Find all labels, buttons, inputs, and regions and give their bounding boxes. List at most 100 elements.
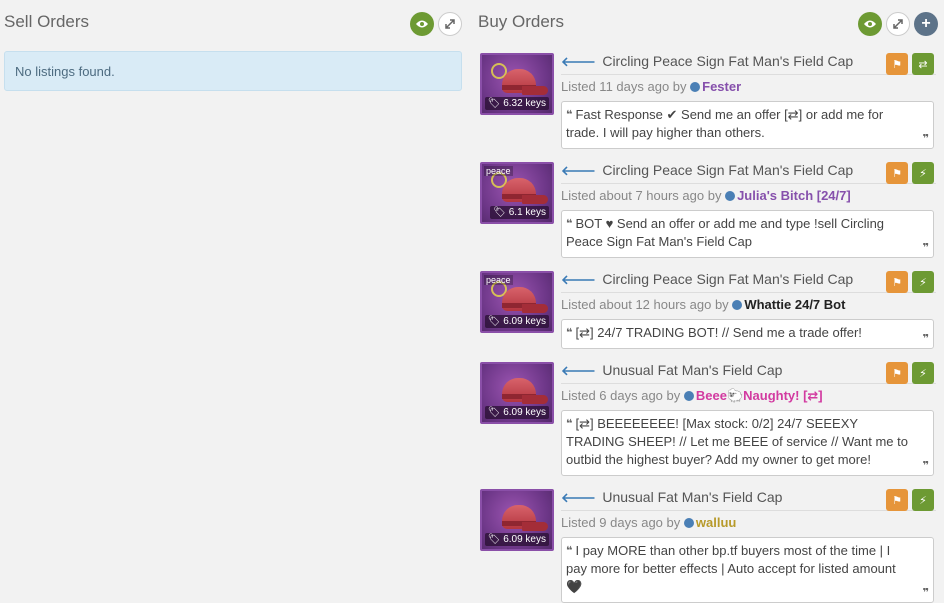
message-text: BOT ♥ Send an offer or add me and type !… xyxy=(566,216,885,249)
eye-icon xyxy=(416,20,428,28)
flag-icon: ⚑ xyxy=(892,367,902,380)
listing-actions: ⚑ ⇄ xyxy=(886,53,934,75)
instant-trade-button[interactable]: ⚡ xyxy=(912,362,934,384)
item-thumbnail[interactable]: peace 🏷 6.1 keys xyxy=(480,162,554,224)
item-header: 🡐 Unusual Fat Man's Field Cap ⚑ ⚡ xyxy=(561,489,936,511)
listing-actions: ⚑ ⚡ xyxy=(886,489,934,511)
listed-text: Listed 6 days ago by xyxy=(561,388,681,403)
quote-close-icon: ❞ xyxy=(922,587,929,599)
listing-meta: Listed about 7 hours ago by Julia's Bitc… xyxy=(561,186,936,206)
cap-icon xyxy=(496,176,548,210)
user-link[interactable]: Beee🐑Naughty! [⇄] xyxy=(696,388,823,403)
item-name[interactable]: Circling Peace Sign Fat Man's Field Cap xyxy=(602,162,853,178)
listing-message: ❝ [⇄] 24/7 TRADING BOT! // Send me a trad… xyxy=(561,319,934,349)
buy-orders-title: Buy Orders xyxy=(478,12,564,31)
user-link[interactable]: Julia's Bitch [24/7] xyxy=(737,188,851,203)
sell-orders-title: Sell Orders xyxy=(4,12,90,31)
exchange-icon: ⇄ xyxy=(918,58,928,71)
expand-button[interactable] xyxy=(886,12,910,36)
report-button[interactable]: ⚑ xyxy=(886,489,908,511)
listing-message: ❝ I pay MORE than other bp.tf buyers most… xyxy=(561,537,934,603)
item-header: 🡐 Circling Peace Sign Fat Man's Field Ca… xyxy=(561,162,936,184)
price-value: 6.1 keys xyxy=(508,207,546,218)
cap-icon xyxy=(496,503,548,537)
cap-icon xyxy=(496,67,548,101)
quote-open-icon: ❝ xyxy=(566,218,573,230)
price-tag: 🏷 6.32 keys xyxy=(484,97,549,110)
listing-message: ❝ [⇄] BEEEEEEEE! [Max stock: 0/2] 24/7 SE… xyxy=(561,410,934,476)
flag-icon: ⚑ xyxy=(892,276,902,289)
lightning-icon: ⚡ xyxy=(919,167,927,180)
item-thumbnail[interactable]: 🏷 6.09 keys xyxy=(480,489,554,551)
instant-trade-button[interactable]: ⚡ xyxy=(912,271,934,293)
expand-button[interactable] xyxy=(438,12,462,36)
toggle-visibility-button[interactable] xyxy=(410,12,434,36)
item-name[interactable]: Unusual Fat Man's Field Cap xyxy=(602,489,782,505)
status-dot-icon xyxy=(732,300,743,310)
arrow-left-icon: 🡐 xyxy=(561,54,596,69)
listing-body: 🡐 Unusual Fat Man's Field Cap ⚑ ⚡ Listed… xyxy=(561,362,936,476)
toggle-visibility-button[interactable] xyxy=(858,12,882,36)
price-tag: 🏷 6.09 keys xyxy=(484,533,549,546)
listed-text: Listed 9 days ago by xyxy=(561,515,681,530)
buy-orders-header: Buy Orders + xyxy=(478,0,938,44)
item-thumbnail[interactable]: 🏷 6.32 keys xyxy=(480,53,554,115)
user-link[interactable]: Whattie 24/7 Bot xyxy=(744,297,845,312)
item-tag: peace xyxy=(484,275,513,285)
flag-icon: ⚑ xyxy=(892,494,902,507)
item-name[interactable]: Circling Peace Sign Fat Man's Field Cap xyxy=(602,271,853,287)
sell-orders-header: Sell Orders xyxy=(4,0,462,44)
lightning-icon: ⚡ xyxy=(919,494,927,507)
quote-close-icon: ❞ xyxy=(922,133,929,145)
instant-trade-button[interactable]: ⚡ xyxy=(912,162,934,184)
report-button[interactable]: ⚑ xyxy=(886,271,908,293)
message-text: [⇄] 24/7 TRADING BOT! // Send me a trade… xyxy=(575,325,862,340)
arrow-left-icon: 🡐 xyxy=(561,272,596,287)
flag-icon: ⚑ xyxy=(892,167,902,180)
message-text: I pay MORE than other bp.tf buyers most … xyxy=(566,543,896,594)
listing-message: ❝ Fast Response ✔ Send me an offer [⇄] or… xyxy=(561,101,934,149)
price-value: 6.09 keys xyxy=(503,316,546,327)
quote-open-icon: ❝ xyxy=(566,109,573,121)
listing-body: 🡐 Unusual Fat Man's Field Cap ⚑ ⚡ Listed… xyxy=(561,489,936,603)
item-header: 🡐 Circling Peace Sign Fat Man's Field Ca… xyxy=(561,53,936,75)
cap-icon xyxy=(496,285,548,319)
price-value: 6.09 keys xyxy=(503,534,546,545)
message-text: [⇄] BEEEEEEEE! [Max stock: 0/2] 24/7 SEE… xyxy=(566,416,908,467)
item-name[interactable]: Unusual Fat Man's Field Cap xyxy=(602,362,782,378)
listed-text: Listed about 12 hours ago by xyxy=(561,297,729,312)
listed-text: Listed 11 days ago by xyxy=(561,79,687,94)
report-button[interactable]: ⚑ xyxy=(886,53,908,75)
listing-actions: ⚑ ⚡ xyxy=(886,271,934,293)
quote-close-icon: ❞ xyxy=(922,242,929,254)
report-button[interactable]: ⚑ xyxy=(886,162,908,184)
cap-icon xyxy=(496,376,548,410)
listing-meta: Listed 11 days ago by Fester xyxy=(561,77,936,97)
price-tag: 🏷 6.09 keys xyxy=(484,315,549,328)
status-dot-icon xyxy=(683,391,694,401)
quote-close-icon: ❞ xyxy=(922,333,929,345)
sell-orders-panel: Sell Orders No listings found. xyxy=(4,0,462,91)
user-link[interactable]: Fester xyxy=(702,79,741,94)
quote-open-icon: ❝ xyxy=(566,418,573,430)
report-button[interactable]: ⚑ xyxy=(886,362,908,384)
quote-close-icon: ❞ xyxy=(922,460,929,472)
item-thumbnail[interactable]: 🏷 6.09 keys xyxy=(480,362,554,424)
listing-actions: ⚑ ⚡ xyxy=(886,162,934,184)
lightning-icon: ⚡ xyxy=(919,367,927,380)
item-thumbnail[interactable]: peace 🏷 6.09 keys xyxy=(480,271,554,333)
trade-button[interactable]: ⇄ xyxy=(912,53,934,75)
eye-icon xyxy=(864,20,876,28)
listed-text: Listed about 7 hours ago by xyxy=(561,188,722,203)
no-listings-alert: No listings found. xyxy=(4,51,462,91)
user-link[interactable]: walluu xyxy=(696,515,736,530)
listing-actions: ⚑ ⚡ xyxy=(886,362,934,384)
arrow-left-icon: 🡐 xyxy=(561,490,596,505)
expand-icon xyxy=(893,19,903,29)
add-listing-button[interactable]: + xyxy=(914,12,938,36)
item-name[interactable]: Circling Peace Sign Fat Man's Field Cap xyxy=(602,53,853,69)
instant-trade-button[interactable]: ⚡ xyxy=(912,489,934,511)
price-value: 6.09 keys xyxy=(503,407,546,418)
buy-orders-panel: Buy Orders + 🏷 6.32 keys 🡐 Circling Peac… xyxy=(478,0,938,603)
item-header: 🡐 Unusual Fat Man's Field Cap ⚑ ⚡ xyxy=(561,362,936,384)
